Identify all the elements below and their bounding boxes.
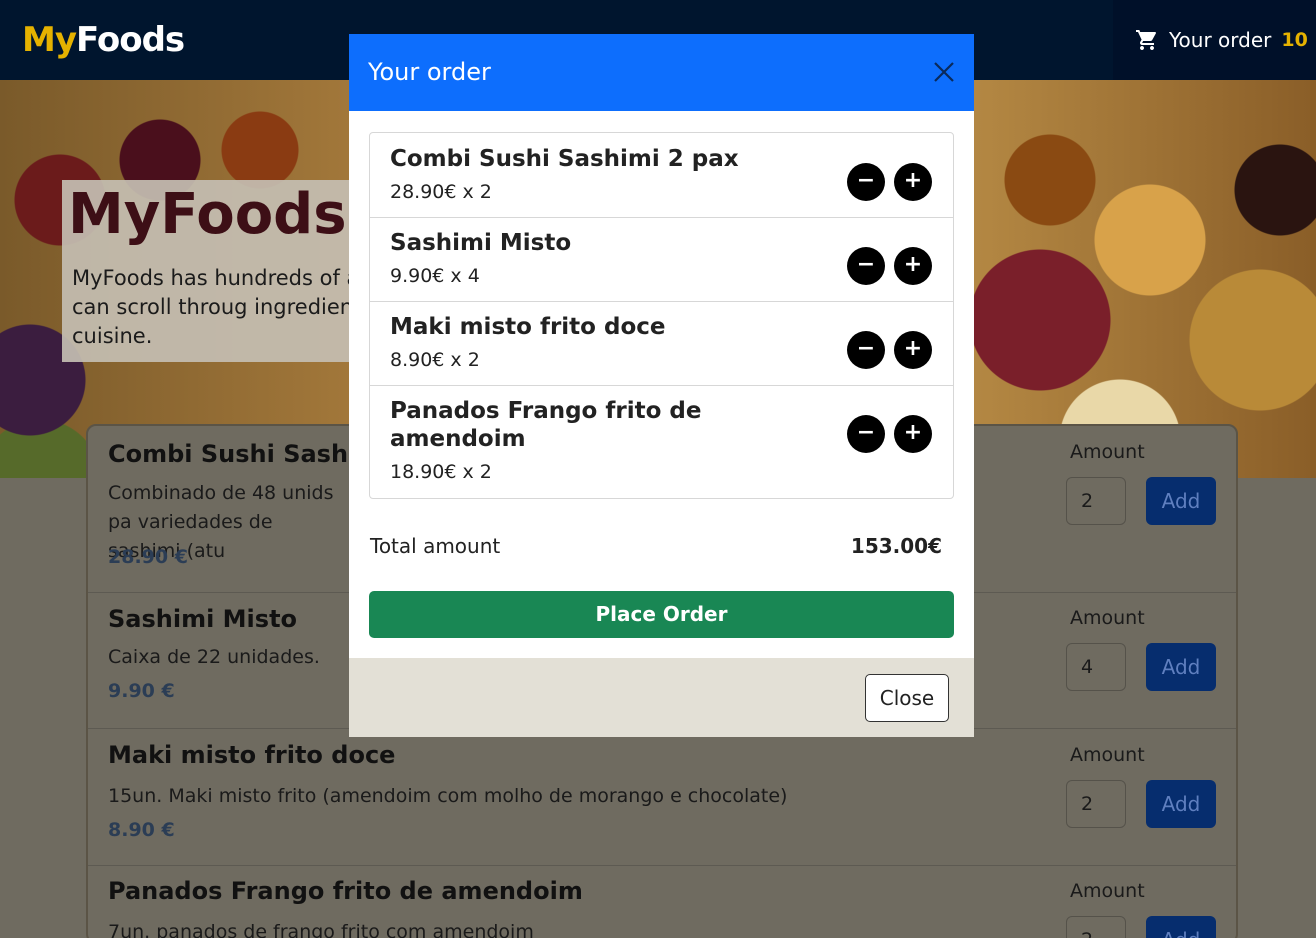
increase-button[interactable]: + [894, 331, 932, 369]
order-item-qty: 18.90€ x 2 [390, 461, 492, 483]
order-item: Sashimi Misto 9.90€ x 4 − + [370, 218, 953, 302]
order-item-qty: 8.90€ x 2 [390, 349, 480, 371]
decrease-button[interactable]: − [847, 331, 885, 369]
close-button[interactable]: Close [865, 674, 949, 722]
order-item-name: Panados Frango frito de amendoim [390, 398, 702, 452]
order-item-name: Sashimi Misto [390, 230, 572, 256]
increase-button[interactable]: + [894, 163, 932, 201]
order-item: Combi Sushi Sashimi 2 pax 28.90€ x 2 − + [370, 133, 953, 218]
increase-button[interactable]: + [894, 415, 932, 453]
order-items-list: Combi Sushi Sashimi 2 pax 28.90€ x 2 − +… [369, 132, 954, 499]
total-value: 153.00€ [850, 534, 942, 558]
order-item: Panados Frango frito de amendoim 18.90€ … [370, 386, 953, 498]
order-item: Maki misto frito doce 8.90€ x 2 − + [370, 302, 953, 386]
increase-button[interactable]: + [894, 247, 932, 285]
modal-footer: Close [349, 658, 974, 737]
order-modal: Your order Combi Sushi Sashimi 2 pax 28.… [349, 34, 974, 737]
order-item-qty: 28.90€ x 2 [390, 181, 492, 203]
decrease-button[interactable]: − [847, 163, 885, 201]
order-item-name: Maki misto frito doce [390, 314, 666, 340]
order-item-qty: 9.90€ x 4 [390, 265, 480, 287]
total-label: Total amount [370, 534, 501, 558]
modal-title: Your order [368, 58, 491, 86]
place-order-button[interactable]: Place Order [369, 591, 954, 638]
modal-header: Your order [349, 34, 974, 111]
order-item-name: Combi Sushi Sashimi 2 pax [390, 146, 739, 172]
close-icon[interactable] [932, 60, 956, 84]
decrease-button[interactable]: − [847, 415, 885, 453]
decrease-button[interactable]: − [847, 247, 885, 285]
